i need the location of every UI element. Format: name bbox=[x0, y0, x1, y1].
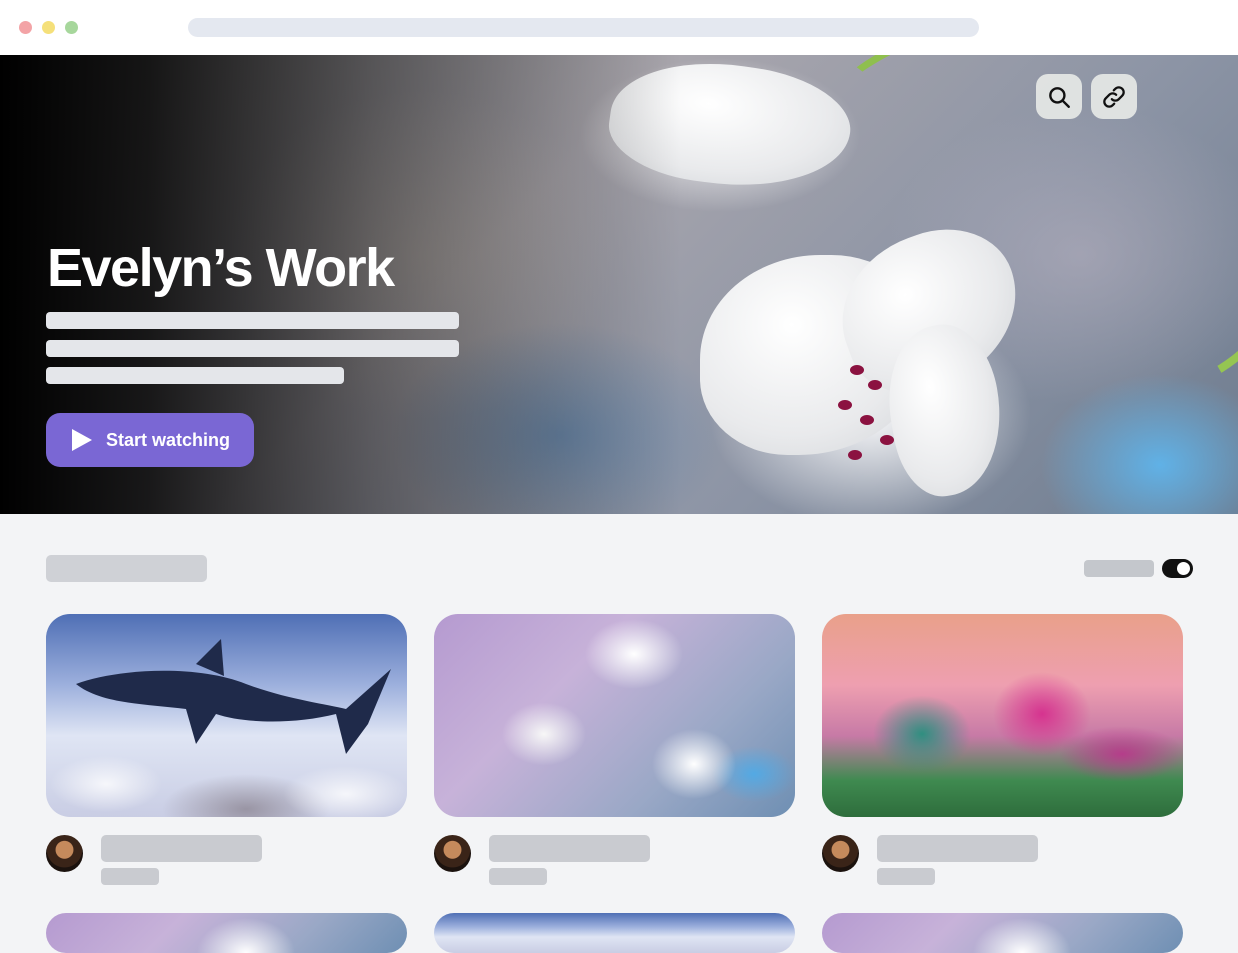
address-bar[interactable] bbox=[188, 18, 979, 37]
video-thumbnail[interactable] bbox=[822, 614, 1183, 817]
video-thumbnail[interactable] bbox=[434, 614, 795, 817]
start-watching-button[interactable]: Start watching bbox=[46, 413, 254, 467]
video-meta-placeholder bbox=[101, 868, 159, 885]
page-title: Evelyn’s Work bbox=[47, 238, 395, 298]
search-button[interactable] bbox=[1036, 74, 1082, 119]
video-meta-placeholder bbox=[877, 868, 935, 885]
creator-avatar[interactable] bbox=[822, 835, 859, 872]
video-thumbnail[interactable] bbox=[822, 913, 1183, 953]
window-close-dot[interactable] bbox=[19, 21, 32, 34]
description-placeholder-line bbox=[46, 340, 459, 357]
video-title-placeholder bbox=[101, 835, 262, 862]
video-title-placeholder bbox=[877, 835, 1038, 862]
play-icon bbox=[72, 429, 92, 451]
whale-shark-illustration bbox=[76, 639, 391, 754]
window-minimize-dot[interactable] bbox=[42, 21, 55, 34]
start-watching-label: Start watching bbox=[106, 429, 231, 450]
creator-avatar[interactable] bbox=[46, 835, 83, 872]
creator-avatar[interactable] bbox=[434, 835, 471, 872]
video-title-placeholder bbox=[489, 835, 650, 862]
browser-chrome bbox=[0, 0, 1238, 55]
layout-toggle[interactable] bbox=[1162, 559, 1193, 578]
search-icon bbox=[1049, 86, 1070, 108]
link-icon bbox=[1103, 85, 1125, 108]
description-placeholder-line bbox=[46, 367, 344, 384]
video-meta-placeholder bbox=[489, 868, 547, 885]
video-thumbnail[interactable] bbox=[434, 913, 795, 953]
description-placeholder-line bbox=[46, 312, 459, 329]
toggle-knob bbox=[1177, 562, 1190, 575]
video-thumbnail[interactable] bbox=[46, 614, 407, 817]
video-thumbnail[interactable] bbox=[46, 913, 407, 953]
copy-link-button[interactable] bbox=[1091, 74, 1137, 119]
section-title-placeholder bbox=[46, 555, 207, 582]
toggle-label-placeholder bbox=[1084, 560, 1154, 577]
window-maximize-dot[interactable] bbox=[65, 21, 78, 34]
hero-banner: Evelyn’s Work Start watching bbox=[0, 55, 1238, 514]
